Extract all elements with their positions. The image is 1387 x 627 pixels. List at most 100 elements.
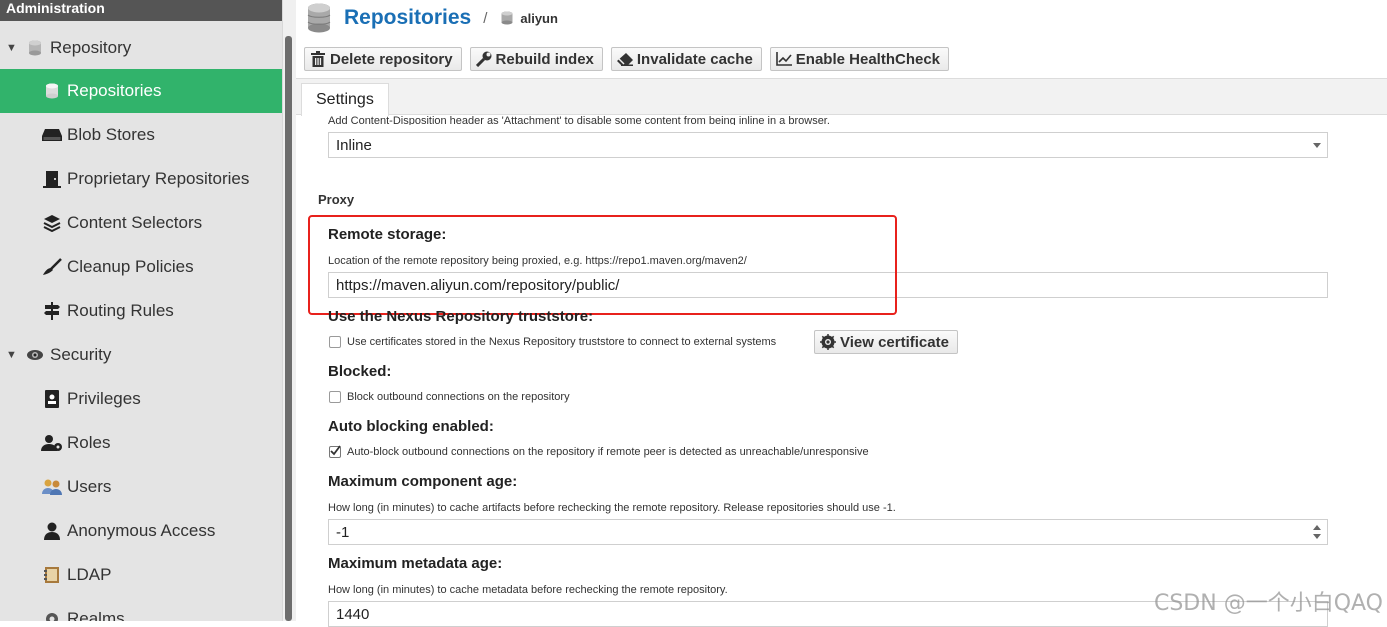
sidebar-category-label: Repository <box>50 38 132 57</box>
sidebar-item-label: Privileges <box>67 389 141 408</box>
blocked-checkbox-label: Block outbound connections on the reposi… <box>347 391 570 403</box>
watermark: CSDN @一个小白QAQ <box>1153 591 1383 616</box>
sidebar-item-label: Realms <box>67 609 125 621</box>
tab-settings[interactable]: Settings <box>301 83 389 116</box>
sidebar-category-label: Security <box>50 345 112 364</box>
delete-repository-button[interactable]: Delete repository <box>304 47 462 71</box>
sidebar-item-repositories[interactable]: Repositories <box>0 69 282 113</box>
line-chart-icon <box>775 49 793 69</box>
sidebar-item-routing-rules[interactable]: Routing Rules <box>0 289 282 333</box>
sidebar-scrollbar-thumb[interactable] <box>285 36 292 621</box>
blocked-checkbox[interactable] <box>329 391 341 403</box>
database-icon <box>306 3 332 33</box>
max-component-age-label: Maximum component age: <box>328 473 518 490</box>
sidebar-item-privileges[interactable]: Privileges <box>0 377 282 421</box>
enable-healthcheck-label: Enable HealthCheck <box>795 50 941 68</box>
sidebar-item-label: LDAP <box>67 565 112 584</box>
sidebar-item-label: Content Selectors <box>67 213 203 232</box>
remote-storage-label: Remote storage: <box>328 226 447 243</box>
user-roles-icon <box>41 433 63 453</box>
repository-name: aliyun <box>520 10 558 26</box>
content-disposition-value: Inline <box>336 136 372 154</box>
sidebar-item-ldap[interactable]: LDAP <box>0 553 282 597</box>
sidebar-item-blob-stores[interactable]: Blob Stores <box>0 113 282 157</box>
eraser-icon <box>616 49 634 69</box>
tab-bar: Settings <box>296 78 1387 116</box>
sidebar-item-label: Roles <box>67 433 111 452</box>
spinner-arrows-icon[interactable] <box>1313 524 1321 540</box>
auto-blocking-checkbox-label: Auto-block outbound connections on the r… <box>347 446 869 458</box>
remote-storage-value: https://maven.aliyun.com/repository/publ… <box>336 276 620 294</box>
sidebar-item-users[interactable]: Users <box>0 465 282 509</box>
page-title[interactable]: Repositories <box>344 6 471 30</box>
signpost-icon <box>41 301 63 321</box>
max-component-age-value: -1 <box>336 523 350 541</box>
sidebar-item-proprietary-repositories[interactable]: Proprietary Repositories <box>0 157 282 201</box>
sidebar-header: Administration <box>0 0 282 21</box>
security-icon <box>24 345 46 365</box>
certificate-icon <box>819 332 837 352</box>
broom-icon <box>41 257 63 277</box>
breadcrumb: Repositories / aliyun <box>306 0 558 36</box>
rebuild-index-label: Rebuild index <box>495 50 594 68</box>
layers-icon <box>41 213 63 233</box>
checkmark-icon <box>330 445 341 456</box>
sidebar-category-security[interactable]: ▼ Security <box>0 333 282 377</box>
auto-blocking-label: Auto blocking enabled: <box>328 418 494 435</box>
max-component-age-input[interactable]: -1 <box>328 519 1328 545</box>
database-icon <box>499 8 515 28</box>
wrench-icon <box>475 49 493 69</box>
door-icon <box>41 169 63 189</box>
address-book-icon <box>41 565 63 585</box>
truststore-checkbox[interactable] <box>329 336 341 348</box>
chevron-down-icon[interactable] <box>1313 143 1321 148</box>
id-badge-icon <box>41 389 63 409</box>
user-icon <box>41 521 63 541</box>
sidebar: Administration ▼ Repository Repositories… <box>0 0 282 621</box>
max-metadata-age-value: 1440 <box>336 605 370 623</box>
delete-repository-label: Delete repository <box>330 50 453 68</box>
hard-drive-icon <box>41 125 63 145</box>
sidebar-item-label: Blob Stores <box>67 125 155 144</box>
content-disposition-help: Add Content-Disposition header as 'Attac… <box>328 115 830 125</box>
sidebar-item-label: Cleanup Policies <box>67 257 194 276</box>
auto-blocking-checkbox[interactable] <box>329 445 341 458</box>
toolbar: Delete repository Rebuild index Invalida… <box>304 47 950 71</box>
sidebar-item-realms[interactable]: Realms <box>0 597 282 621</box>
remote-storage-input[interactable]: https://maven.aliyun.com/repository/publ… <box>328 272 1328 298</box>
users-icon <box>41 477 63 497</box>
rebuild-index-button[interactable]: Rebuild index <box>469 47 603 71</box>
main-panel: Repositories / aliyun Delete repository … <box>296 0 1387 627</box>
trash-icon <box>309 49 327 69</box>
sidebar-item-anonymous-access[interactable]: Anonymous Access <box>0 509 282 553</box>
sidebar-category-repository[interactable]: ▼ Repository <box>0 26 282 70</box>
truststore-checkbox-label: Use certificates stored in the Nexus Rep… <box>347 336 777 348</box>
truststore-label: Use the Nexus Repository truststore: <box>328 308 594 325</box>
sidebar-item-label: Routing Rules <box>67 301 174 320</box>
view-certificate-label: View certificate <box>840 333 949 351</box>
sidebar-item-label: Proprietary Repositories <box>67 169 250 188</box>
max-component-age-help: How long (in minutes) to cache artifacts… <box>328 502 896 514</box>
remote-storage-help: Location of the remote repository being … <box>328 255 747 267</box>
database-icon <box>41 81 63 101</box>
enable-healthcheck-button[interactable]: Enable HealthCheck <box>769 47 950 71</box>
section-title-proxy: Proxy <box>318 192 355 207</box>
caret-down-icon[interactable]: ▼ <box>6 42 18 54</box>
content-disposition-select[interactable]: Inline <box>328 132 1328 158</box>
sidebar-item-label: Users <box>67 477 112 496</box>
invalidate-cache-label: Invalidate cache <box>636 50 753 68</box>
breadcrumb-separator: / <box>483 9 488 27</box>
sidebar-item-content-selectors[interactable]: Content Selectors <box>0 201 282 245</box>
blocked-label: Blocked: <box>328 363 392 380</box>
database-icon <box>24 38 46 58</box>
max-metadata-age-label: Maximum metadata age: <box>328 555 503 572</box>
caret-down-icon[interactable]: ▼ <box>6 349 18 361</box>
invalidate-cache-button[interactable]: Invalidate cache <box>610 47 762 71</box>
realms-icon <box>41 609 63 621</box>
max-metadata-age-help: How long (in minutes) to cache metadata … <box>328 584 728 596</box>
sidebar-item-label: Repositories <box>67 81 162 100</box>
sidebar-item-roles[interactable]: Roles <box>0 421 282 465</box>
sidebar-item-label: Anonymous Access <box>67 521 216 540</box>
sidebar-item-cleanup-policies[interactable]: Cleanup Policies <box>0 245 282 289</box>
view-certificate-button[interactable]: View certificate <box>814 330 958 354</box>
